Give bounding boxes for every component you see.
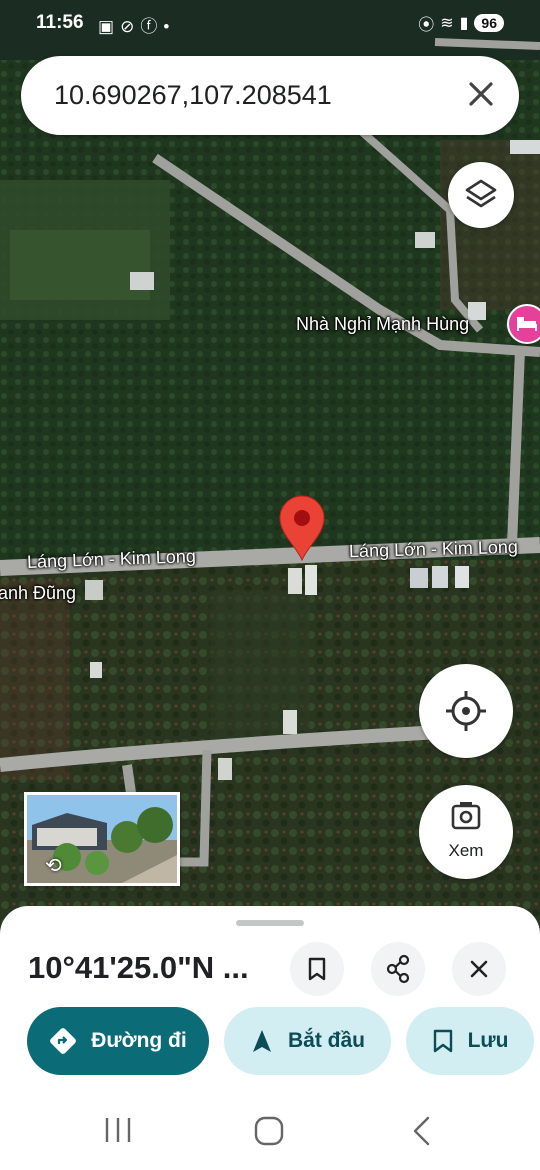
start-button[interactable]: Bắt đầu (224, 1007, 391, 1075)
hotel-bed-icon[interactable] (507, 304, 540, 344)
home-icon[interactable] (253, 1115, 285, 1147)
status-time: 11:56 (36, 12, 84, 33)
my-location-button[interactable] (419, 664, 513, 758)
close-icon[interactable] (461, 74, 501, 114)
back-icon[interactable] (408, 1115, 434, 1147)
drag-handle[interactable] (236, 920, 304, 926)
facebook-icon: ⓕ (140, 17, 164, 36)
navigation-arrow-icon (252, 1030, 271, 1052)
close-icon (470, 960, 488, 978)
notification-icons: ▣⊘ⓕ• (98, 12, 175, 37)
share-icon (386, 954, 410, 984)
layers-icon (465, 179, 497, 208)
save-label: Lưu (467, 1029, 509, 1052)
bookmark-icon (433, 1029, 452, 1053)
close-sheet-button[interactable] (452, 942, 506, 996)
view-button[interactable]: Xem (419, 785, 513, 879)
battery-indicator: 96 (474, 14, 504, 32)
share-button[interactable] (371, 942, 425, 996)
system-icons: ⦿ ≋ ▮ 96 (418, 11, 504, 35)
search-input[interactable]: 10.690267,107.208541 (54, 80, 332, 111)
screenshot-icon: ▣ (98, 17, 121, 36)
poi-label[interactable]: Nhà Nghỉ Mạnh Hùng (296, 314, 469, 335)
directions-icon (50, 1028, 77, 1054)
bookmark-icon (308, 957, 326, 981)
signal-off-icon: ⊘ (120, 17, 141, 36)
signal-icon: ▮ (459, 15, 469, 32)
rotate-360-icon: ⟲ (45, 855, 62, 877)
road-label-right: Láng Lớn - Kim Long (348, 536, 519, 562)
directions-label: Đường đi (91, 1029, 187, 1052)
place-label: anh Đũng (0, 583, 77, 603)
layers-button[interactable] (448, 162, 514, 228)
start-label: Bắt đầu (287, 1029, 365, 1052)
wifi-icon: ≋ (440, 15, 454, 32)
dot-icon: • (163, 17, 176, 36)
location-icon: ⦿ (418, 17, 435, 34)
camera-search-icon (451, 802, 481, 830)
recent-apps-icon[interactable] (101, 1116, 135, 1144)
status-bar: 11:56 ▣⊘ⓕ• ⦿ ≋ ▮ 96 (0, 0, 540, 46)
save-bookmark-button[interactable] (290, 942, 344, 996)
street-view-thumbnail[interactable]: ⟲ (24, 792, 180, 886)
directions-button[interactable]: Đường đi (27, 1007, 209, 1075)
view-label: Xem (448, 841, 484, 860)
crosshair-icon (446, 691, 486, 731)
search-bar[interactable]: 10.690267,107.208541 (21, 56, 519, 135)
system-navigation-bar (0, 1088, 540, 1170)
save-button[interactable]: Lưu (406, 1007, 534, 1075)
place-title: 10°41'25.0"N ... (28, 950, 249, 985)
